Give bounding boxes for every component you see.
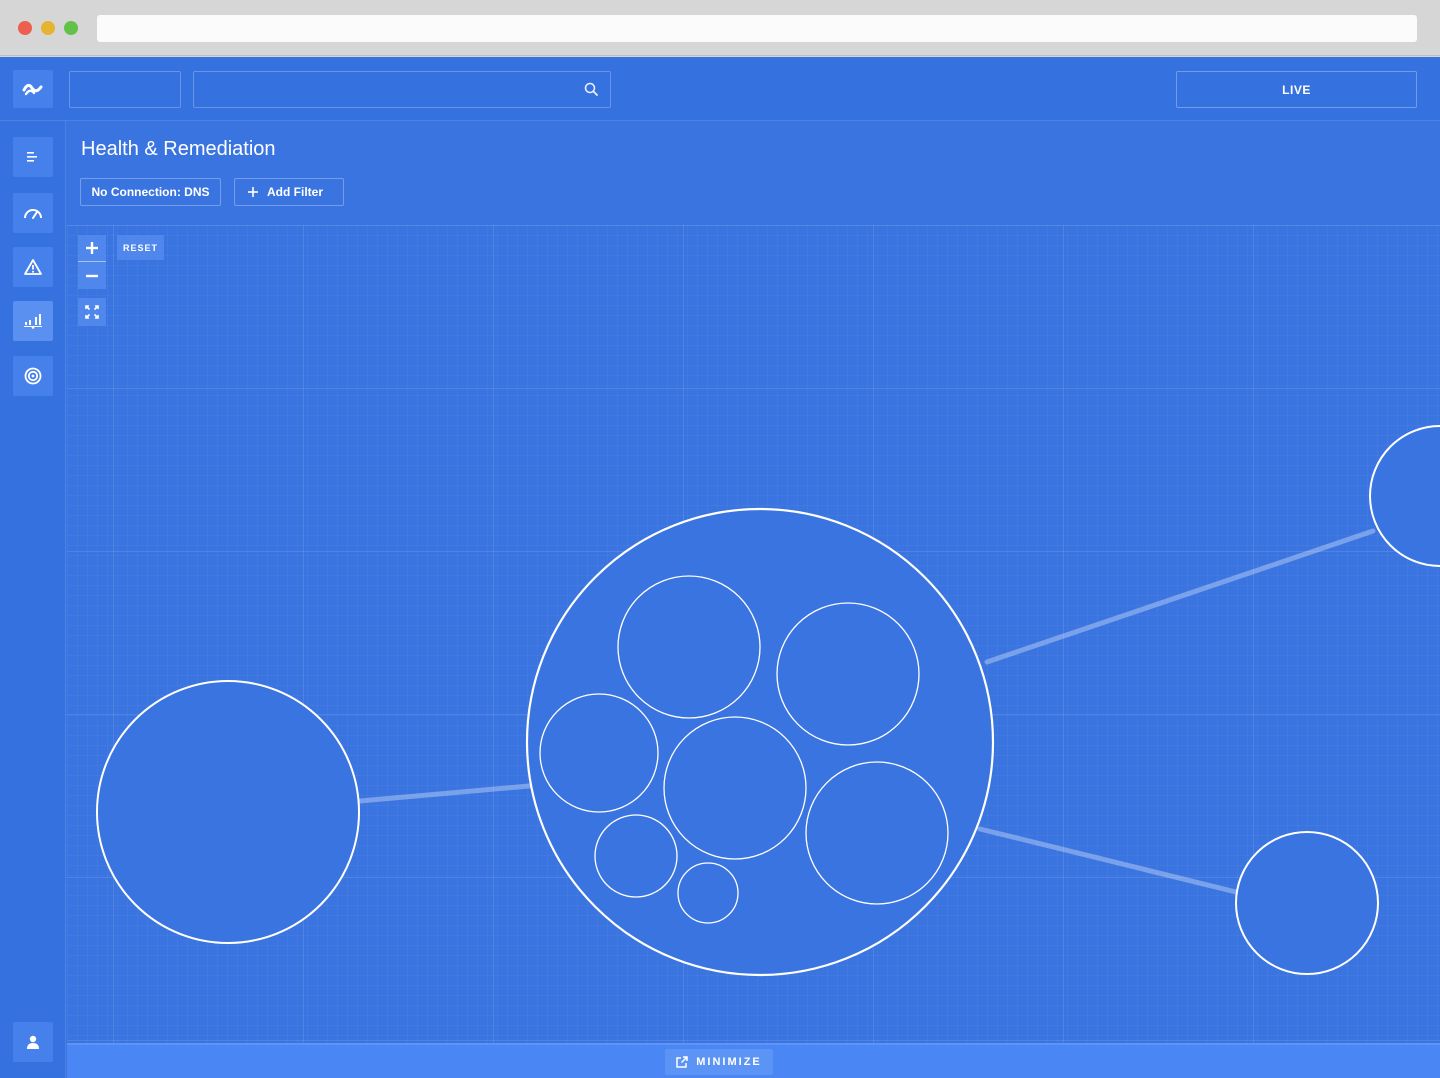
page-header: Health & Remediation No Connection: DNS … (67, 121, 1440, 225)
page-title: Health & Remediation (81, 138, 276, 160)
warning-icon (24, 259, 42, 275)
minus-icon (86, 274, 98, 277)
window-minimize-button[interactable] (41, 21, 55, 35)
search-icon[interactable] (584, 82, 598, 96)
graph-edge (977, 826, 1239, 895)
plus-icon (86, 242, 98, 254)
search-input[interactable] (193, 71, 611, 108)
target-icon (24, 367, 42, 385)
external-link-icon (676, 1056, 688, 1068)
window-maximize-button[interactable] (64, 21, 78, 35)
graph-node[interactable] (96, 680, 360, 944)
address-bar[interactable] (97, 15, 1417, 42)
add-filter-label: Add Filter (267, 185, 323, 199)
graph-edge (357, 783, 532, 804)
sidebar-item-target[interactable] (13, 356, 53, 396)
graph-node[interactable] (1235, 831, 1379, 975)
network-chart-icon (24, 314, 42, 329)
sidebar-item-health[interactable] (13, 301, 53, 341)
user-icon (27, 1035, 39, 1049)
logo-icon (22, 83, 43, 96)
bottom-bar: MINIMIZE (67, 1043, 1440, 1078)
expand-icon (85, 305, 99, 319)
app-window: LIVE Health & Remediation No Connection:… (0, 57, 1440, 1078)
top-bar: LIVE (0, 57, 1440, 121)
sidebar-item-dashboard[interactable] (13, 193, 53, 233)
sidebar (0, 121, 66, 1078)
graph-edge (984, 528, 1376, 665)
fit-to-screen-button[interactable] (78, 298, 106, 326)
main-content: Health & Remediation No Connection: DNS … (67, 121, 1440, 1078)
user-profile-button[interactable] (13, 1022, 53, 1062)
sidebar-item-list[interactable] (13, 137, 53, 177)
graph-node[interactable] (1369, 425, 1440, 567)
active-filter-chip[interactable]: No Connection: DNS (80, 178, 221, 206)
window-close-button[interactable] (18, 21, 32, 35)
reset-button[interactable]: RESET (117, 235, 164, 260)
add-filter-button[interactable]: Add Filter (234, 178, 344, 206)
topology-graph[interactable] (67, 225, 1440, 1043)
zoom-out-button[interactable] (78, 262, 106, 289)
scope-dropdown[interactable] (69, 71, 181, 108)
dashboard-gauge-icon (24, 209, 42, 219)
minimize-button[interactable]: MINIMIZE (665, 1049, 773, 1075)
sidebar-item-alerts[interactable] (13, 247, 53, 287)
topology-canvas[interactable]: RESET (67, 225, 1440, 1043)
live-button[interactable]: LIVE (1176, 71, 1417, 108)
plus-icon (248, 187, 258, 197)
app-logo[interactable] (13, 70, 53, 108)
minimize-label: MINIMIZE (696, 1056, 762, 1068)
zoom-in-button[interactable] (78, 235, 106, 262)
browser-chrome (0, 0, 1440, 56)
graph-cluster-node[interactable] (525, 507, 995, 977)
list-icon (27, 152, 37, 162)
